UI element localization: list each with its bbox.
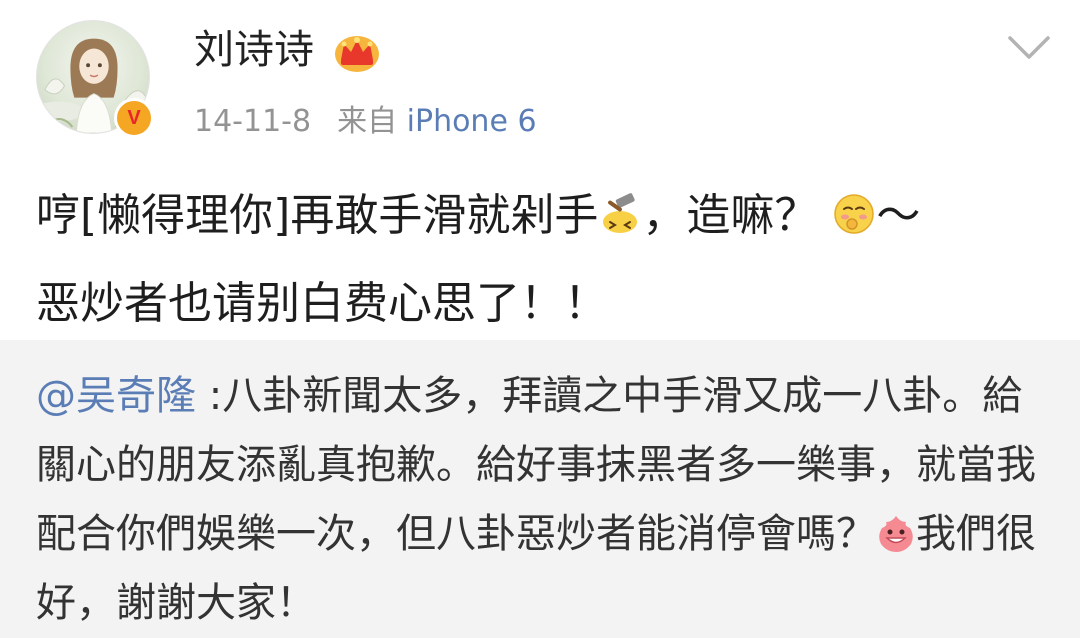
verified-badge-label: V bbox=[127, 107, 141, 129]
repost-text: @吴奇隆 :八卦新聞太多，拜讀之中手滑又成一八卦。給關心的朋友添亂真抱歉。給好事… bbox=[36, 362, 1052, 638]
post-text-part1: 哼[懒得理你]再敢手滑就剁手 bbox=[36, 190, 599, 241]
shy-face-emoji-icon bbox=[832, 192, 876, 236]
reposted-content[interactable]: @吴奇隆 :八卦新聞太多，拜讀之中手滑又成一八卦。給關心的朋友添亂真抱歉。給好事… bbox=[0, 340, 1080, 638]
post-text: 哼[懒得理你]再敢手滑就剁手 ，造嘛？ ～ 恶炒者也请别白费心思了！！ bbox=[36, 172, 1046, 348]
post-text-part2: ，造嘛？ bbox=[642, 190, 833, 241]
chevron-down-icon[interactable] bbox=[1004, 30, 1054, 66]
weibo-post: V 刘诗诗 14-11-8 来自 iPhone 6 哼[懒得理你]再敢手滑就剁手 … bbox=[0, 0, 1080, 638]
post-meta: 14-11-8 来自 iPhone 6 bbox=[194, 100, 537, 144]
post-text-part3: ～ bbox=[876, 190, 921, 241]
source-device-link[interactable]: iPhone 6 bbox=[407, 104, 537, 139]
post-timestamp: 14-11-8 bbox=[194, 104, 312, 139]
verified-badge-icon: V bbox=[114, 98, 154, 138]
mention-link[interactable]: @吴奇隆 bbox=[36, 373, 196, 419]
source-prefix: 来自 bbox=[337, 104, 398, 139]
post-text-line2: 恶炒者也请别白费心思了！！ bbox=[36, 278, 608, 329]
pink-monster-emoji-icon bbox=[876, 513, 916, 553]
hammer-emoji-icon bbox=[598, 192, 642, 236]
username[interactable]: 刘诗诗 bbox=[194, 24, 314, 76]
crown-icon[interactable] bbox=[332, 30, 382, 74]
